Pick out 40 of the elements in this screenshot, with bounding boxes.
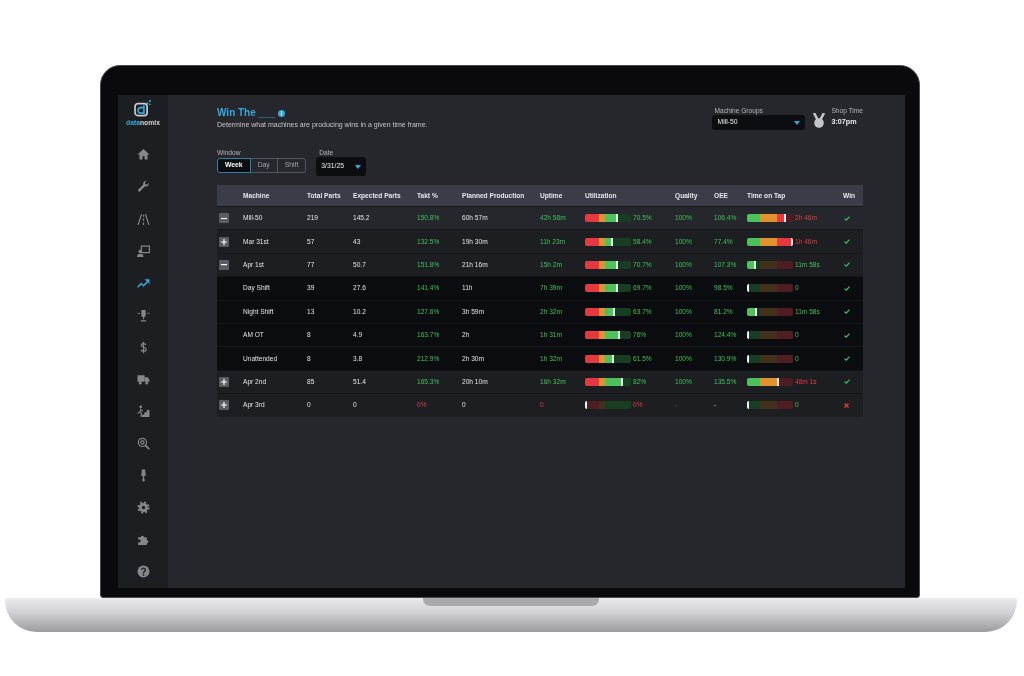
minus-icon bbox=[221, 217, 227, 219]
meter-fill bbox=[585, 237, 611, 246]
trophy-icon[interactable] bbox=[136, 308, 150, 322]
minus-icon bbox=[221, 264, 227, 266]
person-on-stairs-icon[interactable] bbox=[136, 405, 150, 419]
meter-fill bbox=[747, 307, 756, 316]
logo-icon bbox=[134, 100, 152, 117]
help-icon[interactable] bbox=[136, 565, 150, 579]
trend-icon[interactable] bbox=[136, 276, 150, 290]
caret-icon bbox=[794, 120, 801, 125]
expand-toggle[interactable] bbox=[219, 259, 229, 270]
page-title: Win The ___ bbox=[217, 107, 276, 119]
meter-fill bbox=[585, 214, 616, 223]
plus-icon bbox=[221, 378, 227, 385]
meter-fill bbox=[585, 331, 619, 340]
caret-icon bbox=[355, 164, 362, 169]
settings-icon[interactable] bbox=[136, 501, 150, 515]
info-icon[interactable] bbox=[278, 109, 286, 117]
plus-icon bbox=[221, 238, 227, 245]
meter-fill bbox=[585, 260, 617, 269]
meter-fill bbox=[747, 214, 784, 223]
meter-fill bbox=[585, 307, 613, 316]
meter-fill bbox=[747, 377, 778, 386]
meter-fill bbox=[585, 284, 616, 293]
wrench-icon[interactable] bbox=[136, 180, 150, 194]
target-search-icon[interactable] bbox=[136, 437, 150, 451]
meter-fill bbox=[585, 354, 613, 363]
road-icon[interactable] bbox=[136, 212, 150, 226]
home-icon[interactable] bbox=[136, 148, 150, 162]
puzzle-icon[interactable] bbox=[136, 533, 150, 547]
expand-toggle[interactable] bbox=[219, 400, 229, 411]
medal-icon[interactable] bbox=[812, 113, 827, 128]
plus-icon bbox=[221, 402, 227, 409]
expand-toggle[interactable] bbox=[219, 236, 229, 247]
presenter-icon[interactable] bbox=[136, 244, 150, 258]
truck-icon[interactable] bbox=[136, 372, 150, 386]
expand-toggle[interactable] bbox=[219, 376, 229, 387]
meter-fill bbox=[585, 377, 622, 386]
meter-fill bbox=[747, 260, 755, 269]
expand-toggle[interactable] bbox=[219, 213, 229, 224]
